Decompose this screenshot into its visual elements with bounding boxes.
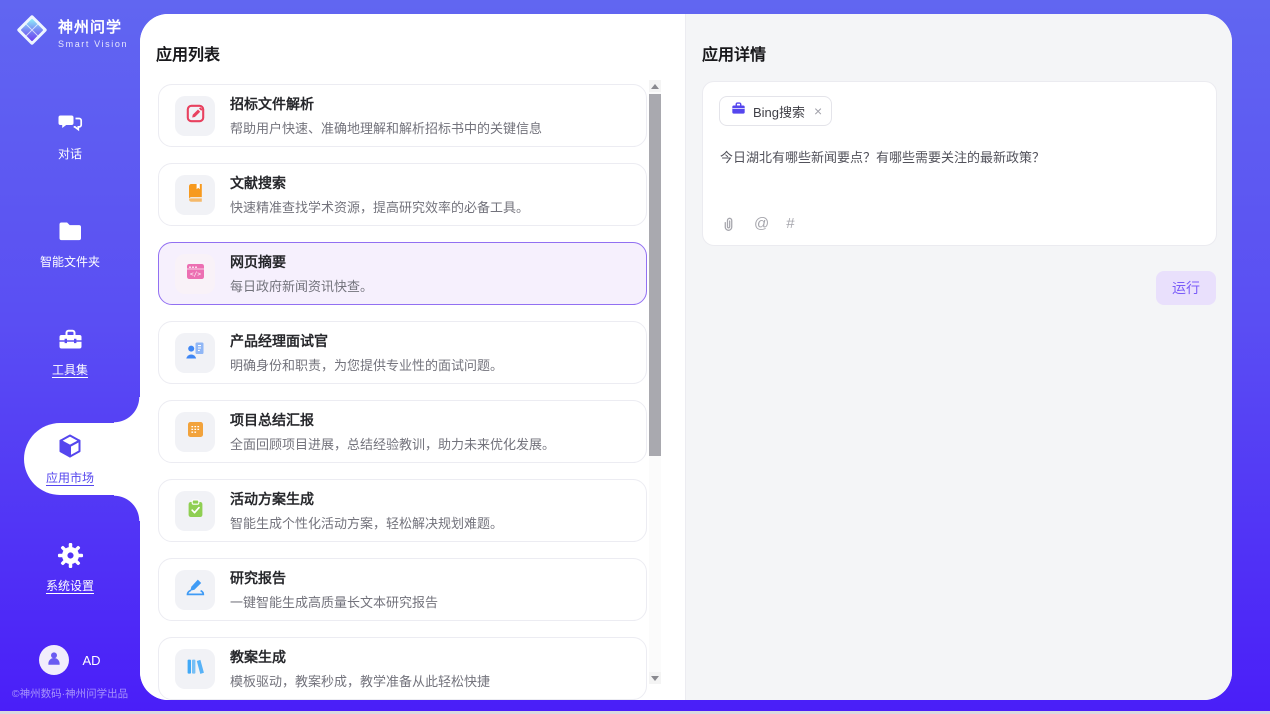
svg-text:</>: </> [189,271,200,278]
app-list-scrollbar[interactable] [649,80,661,684]
mention-icon[interactable]: @ [754,215,769,232]
main-panel: 应用列表 招标文件解析 帮助用户快速、准确地理解和解析招标书中的关键信息 [140,14,1232,700]
avatar [39,645,69,675]
app-card-description: 快速精准查找学术资源，提高研究效率的必备工具。 [230,197,529,216]
app-card-icon-box: </> [175,254,215,294]
prompt-input[interactable]: 今日湖北有哪些新闻要点？有哪些需要关注的最新政策？ [720,148,1200,168]
app-card-title: 网页摘要 [230,252,373,272]
person-icon [45,649,63,672]
interviewer-icon [185,340,206,366]
scrollbar-thumb[interactable] [649,94,661,456]
gear-icon [57,540,84,570]
app-card-description: 帮助用户快速、准确地理解和解析招标书中的关键信息 [230,118,542,137]
app-card-description: 智能生成个性化活动方案，轻松解决规划难题。 [230,513,503,532]
scroll-down-button[interactable] [649,672,661,684]
app-detail-panel: 应用详情 Bing搜索 × 今日湖北有哪些新闻要点？有哪些需要关注的最新政策？ … [685,14,1232,700]
app-card-icon-box [175,96,215,136]
paperclip-icon[interactable] [720,215,737,232]
sidebar-item-label: 应用市场 [46,469,94,486]
prompt-card: Bing搜索 × 今日湖北有哪些新闻要点？有哪些需要关注的最新政策？ @ # [702,81,1217,246]
books-icon [185,656,206,682]
attachment-toolbar: @ # [720,215,795,232]
sidebar-item-label: 工具集 [52,361,88,378]
sidebar-nav: 对话 智能文件夹 工具集 应用市场 [0,99,140,603]
app-card-title: 招标文件解析 [230,94,542,114]
app-card-icon-box [175,175,215,215]
app-card-icon-box [175,570,215,610]
app-card-lesson-plan-generation[interactable]: 教案生成 模板驱动，教案秒成，教学准备从此轻松快捷 [158,637,647,700]
brand-subtitle: Smart Vision [58,39,128,49]
app-card-description: 每日政府新闻资讯快查。 [230,276,373,295]
pen-square-icon [185,103,206,129]
diamond-logo-icon [13,11,51,54]
sidebar-item-label: 对话 [58,145,82,162]
app-card-pm-interviewer[interactable]: 产品经理面试官 明确身份和职责，为您提供专业性的面试问题。 [158,321,647,384]
brand-name: 神州问学 [58,16,128,37]
scroll-up-button[interactable] [649,80,661,92]
app-card-web-summary[interactable]: </> 网页摘要 每日政府新闻资讯快查。 [158,242,647,305]
app-card-description: 一键智能生成高质量长文本研究报告 [230,592,438,611]
clipboard-check-icon [185,498,206,524]
app-card-literature-search[interactable]: 文献搜索 快速精准查找学术资源，提高研究效率的必备工具。 [158,163,647,226]
app-card-icon-box [175,412,215,452]
app-card-list: 招标文件解析 帮助用户快速、准确地理解和解析招标书中的关键信息 文献搜索 快速精… [158,84,647,700]
app-card-project-summary-report[interactable]: 项目总结汇报 全面回顾项目进展，总结经验教训，助力未来优化发展。 [158,400,647,463]
run-button[interactable]: 运行 [1156,271,1216,305]
cube-icon [55,432,85,462]
app-card-description: 明确身份和职责，为您提供专业性的面试问题。 [230,355,503,374]
sidebar-item-label: 智能文件夹 [40,253,100,270]
triangle-up-icon [651,84,659,89]
app-window: 神州问学 Smart Vision 对话 智能文件夹 [0,0,1270,714]
user-name: AD [82,653,100,668]
app-card-description: 模板驱动，教案秒成，教学准备从此轻松快捷 [230,671,490,690]
sidebar-item-smart-folders[interactable]: 智能文件夹 [0,207,140,279]
sidebar-item-toolset[interactable]: 工具集 [0,315,140,387]
brand-logo: 神州问学 Smart Vision [13,11,128,54]
app-card-title: 教案生成 [230,647,490,667]
app-card-title: 文献搜索 [230,173,529,193]
sidebar-item-label: 系统设置 [46,577,94,594]
hashtag-icon[interactable]: # [786,215,794,232]
chat-icon [57,108,84,138]
folder-icon [57,216,84,246]
app-card-title: 研究报告 [230,568,438,588]
app-list-title: 应用列表 [156,41,220,65]
user-account[interactable]: AD [0,645,140,675]
app-detail-title: 应用详情 [702,41,766,65]
app-card-bid-document-analysis[interactable]: 招标文件解析 帮助用户快速、准确地理解和解析招标书中的关键信息 [158,84,647,147]
sidebar-item-system-settings[interactable]: 系统设置 [0,531,140,603]
tag-close-icon[interactable]: × [814,103,822,119]
triangle-down-icon [651,676,659,681]
app-card-description: 全面回顾项目进展，总结经验教训，助力未来优化发展。 [230,434,555,453]
app-card-title: 活动方案生成 [230,489,503,509]
sidebar-item-app-market[interactable]: 应用市场 [0,423,140,495]
app-card-title: 产品经理面试官 [230,331,503,351]
sidebar-item-chat[interactable]: 对话 [0,99,140,171]
book-icon [185,182,206,208]
app-card-research-report[interactable]: 研究报告 一键智能生成高质量长文本研究报告 [158,558,647,621]
app-card-title: 项目总结汇报 [230,410,555,430]
briefcase-icon [731,101,746,121]
note-icon [185,419,206,445]
ink-icon [185,577,206,603]
copyright-footer: ©神州数码·神州问学出品 [0,686,140,701]
browser-code-icon: </> [185,261,206,287]
tool-tag-label: Bing搜索 [753,102,805,121]
app-card-icon-box [175,491,215,531]
app-card-icon-box [175,333,215,373]
toolbox-icon [57,324,84,354]
sidebar: 神州问学 Smart Vision 对话 智能文件夹 [0,0,140,711]
app-card-icon-box [175,649,215,689]
tool-tag-bing-search[interactable]: Bing搜索 × [719,96,832,126]
app-list-panel: 应用列表 招标文件解析 帮助用户快速、准确地理解和解析招标书中的关键信息 [140,14,685,700]
app-card-activity-plan-generation[interactable]: 活动方案生成 智能生成个性化活动方案，轻松解决规划难题。 [158,479,647,542]
